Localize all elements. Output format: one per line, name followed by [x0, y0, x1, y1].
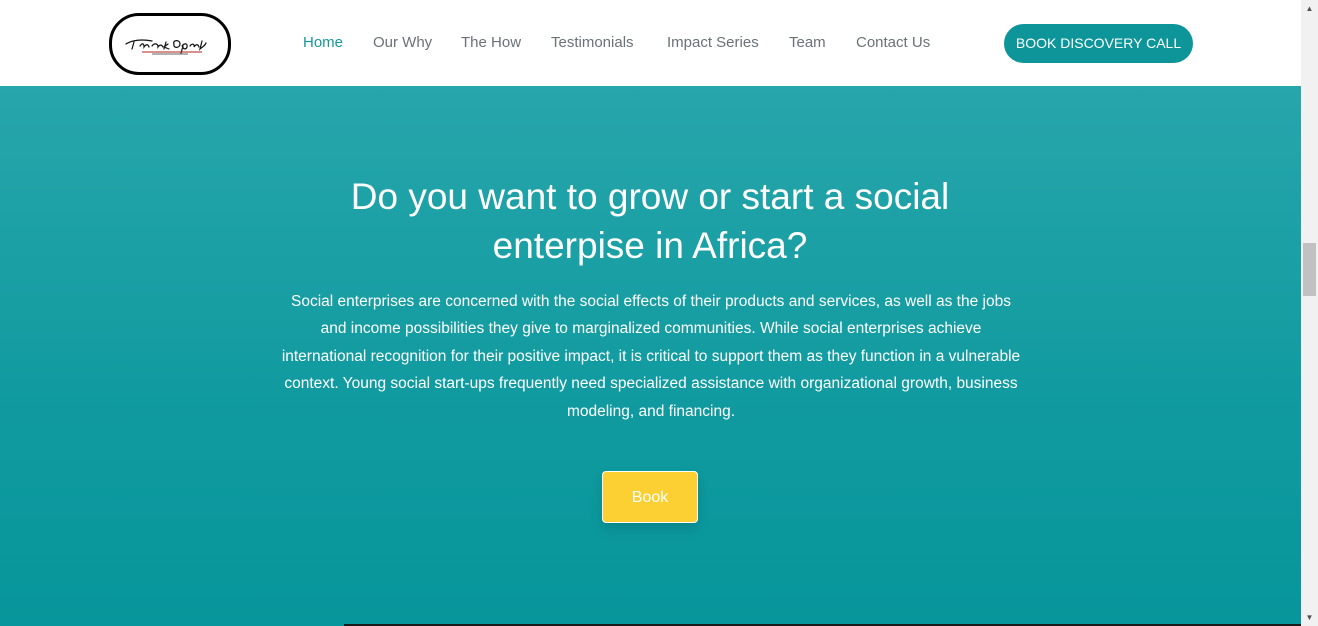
vertical-scrollbar[interactable]: ▲ ▼ [1301, 0, 1318, 626]
book-button[interactable]: Book [602, 471, 698, 523]
nav-item-contact-us[interactable]: Contact Us [856, 34, 930, 52]
page: Home Our Why The How Testimonials Impact… [0, 0, 1318, 626]
scrollbar-thumb[interactable] [1303, 243, 1316, 296]
hero-description: Social enterprises are concerned with th… [281, 293, 1021, 420]
nav-item-testimonials[interactable]: Testimonials [551, 34, 634, 52]
book-discovery-call-button[interactable]: BOOK DISCOVERY CALL [1004, 24, 1193, 63]
site-header: Home Our Why The How Testimonials Impact… [0, 0, 1301, 86]
nav-item-the-how[interactable]: The How [461, 34, 521, 52]
nav-item-team[interactable]: Team [789, 34, 826, 52]
hero-section: Do you want to grow or start a social en… [0, 86, 1301, 626]
chevron-up-icon[interactable]: ▲ [1301, 0, 1318, 17]
nav-item-home[interactable]: Home [303, 34, 343, 52]
chevron-down-icon[interactable]: ▼ [1301, 609, 1318, 626]
nav-item-our-why[interactable]: Our Why [373, 34, 432, 52]
hero-title: Do you want to grow or start a social en… [350, 176, 950, 266]
nav-item-impact-series[interactable]: Impact Series [667, 34, 759, 52]
